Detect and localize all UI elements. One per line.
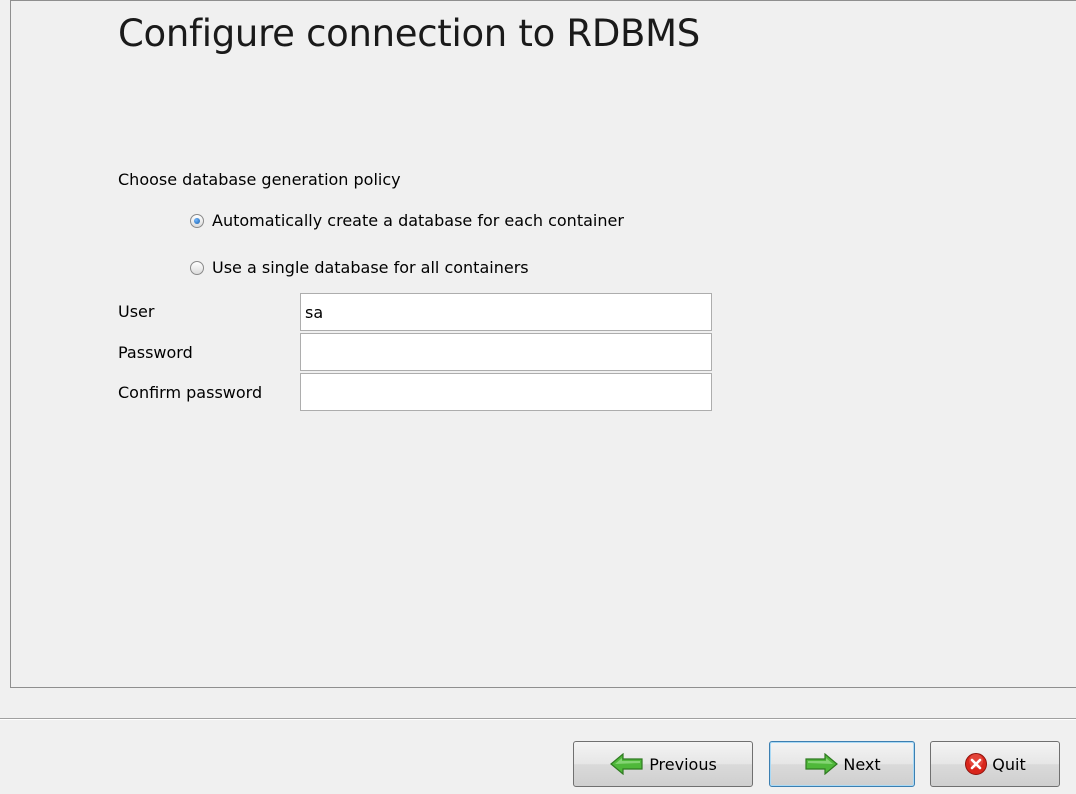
radio-option-label: Automatically create a database for each…: [212, 211, 624, 230]
next-button[interactable]: Next: [769, 741, 915, 787]
policy-label: Choose database generation policy: [118, 170, 401, 189]
radio-option-label: Use a single database for all containers: [212, 258, 529, 277]
next-button-label: Next: [843, 754, 881, 774]
footer-separator: [0, 718, 1076, 720]
arrow-left-icon: [610, 753, 643, 775]
radio-option-single-database[interactable]: Use a single database for all containers: [190, 258, 529, 277]
quit-button-label: Quit: [992, 754, 1026, 774]
radio-option-auto-create[interactable]: Automatically create a database for each…: [190, 211, 624, 230]
page-title: Configure connection to RDBMS: [118, 12, 700, 55]
confirm-password-label: Confirm password: [118, 383, 263, 402]
radio-button-checked-icon[interactable]: [190, 213, 204, 228]
quit-button[interactable]: Quit: [930, 741, 1060, 787]
user-label: User: [118, 302, 155, 321]
arrow-right-icon: [805, 753, 839, 775]
password-label: Password: [118, 343, 193, 362]
previous-button[interactable]: Previous: [573, 741, 753, 787]
confirm-password-field[interactable]: [300, 373, 712, 411]
radio-button-unchecked-icon[interactable]: [190, 260, 204, 275]
password-field[interactable]: [300, 333, 712, 371]
user-field[interactable]: [300, 293, 712, 331]
close-circle-icon: [965, 753, 988, 775]
previous-button-label: Previous: [649, 754, 717, 774]
